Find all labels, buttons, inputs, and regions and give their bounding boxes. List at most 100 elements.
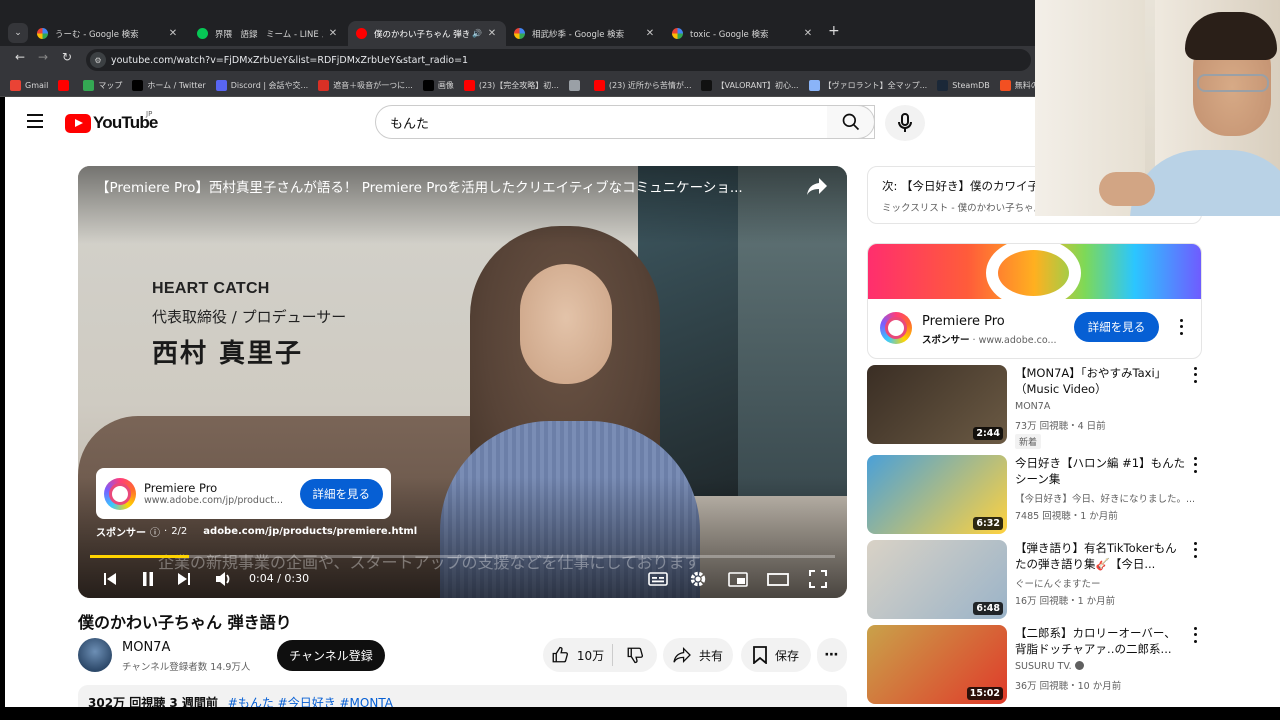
bookmark-item[interactable]: 遮音＋吸音が一つに... [318, 79, 413, 91]
video-thumbnail[interactable]: 15:02 [867, 625, 1007, 704]
volume-icon[interactable] [212, 567, 236, 591]
close-tab-icon[interactable]: ✕ [167, 28, 179, 39]
player-ad-card[interactable]: Premiere Pro www.adobe.com/jp/product...… [96, 468, 391, 519]
channel-name[interactable]: MON7A [122, 640, 170, 655]
video-thumbnail[interactable]: 6:48 [867, 540, 1007, 619]
bookmark-item[interactable]: 画像 [422, 79, 454, 91]
browser-tab[interactable]: toxic - Google 検索 ✕ [664, 21, 822, 46]
webcam-person-hand [1099, 172, 1155, 206]
player-controls: 0:04 / 0:30 [78, 564, 847, 594]
previous-icon[interactable] [98, 567, 122, 591]
premiere-pro-logo [880, 312, 912, 344]
bookmark-label: Gmail [25, 80, 49, 90]
bookmark-item[interactable] [58, 79, 73, 91]
sidebar-ad-sponsor-label: スポンサー [922, 335, 970, 346]
browser-tab[interactable]: うーむ - Google 検索 ✕ [29, 21, 187, 46]
bookmark-label: 【VALORANT】初心... [716, 80, 799, 90]
recommended-video[interactable]: 6:32 今日好き【ハロン編 #1】もんたシーン集 【今日好き】今日、好きになりまし… [867, 455, 1202, 535]
forward-icon[interactable]: → [33, 50, 53, 64]
audio-playing-icon[interactable]: 🔊 [472, 29, 482, 38]
close-tab-icon[interactable]: ✕ [802, 28, 814, 39]
recommended-channel: SUSURU TV. [1015, 661, 1205, 672]
recommended-video[interactable]: 15:02 【二郎系】カロリーオーバー、背脂ドッチャアァ‥の二郎系... SUSUR… [867, 625, 1202, 705]
channel-avatar[interactable] [78, 638, 112, 672]
address-bar[interactable]: ⚙ youtube.com/watch?v=FjDMxZrbUeY&list=R… [86, 49, 1031, 71]
dislike-button[interactable] [613, 646, 657, 664]
site-info-icon[interactable]: ⚙ [90, 52, 106, 68]
sidebar-ad-learn-more-button[interactable]: 詳細を見る [1074, 312, 1159, 342]
close-tab-icon[interactable]: ✕ [327, 28, 339, 39]
bookmarks-bar: Gmail マップ ホーム / Twitter Discord | 会話や交... 遮音… [0, 74, 1105, 97]
bookmark-item[interactable]: (23) 近所から苦情が... [593, 79, 692, 91]
settings-gear-icon[interactable] [686, 567, 710, 591]
subtitles-icon[interactable] [646, 567, 670, 591]
bookmark-label: ホーム / Twitter [147, 80, 206, 90]
like-button[interactable]: 10万 [543, 644, 613, 666]
bookmark-item[interactable]: ホーム / Twitter [132, 79, 206, 91]
bookmark-item[interactable]: Discord | 会話や交... [215, 79, 308, 91]
new-tab-button[interactable]: + [828, 23, 840, 39]
time-display: 0:04 / 0:30 [249, 572, 310, 585]
recommended-video-title[interactable]: 【二郎系】カロリーオーバー、背脂ドッチャアァ‥の二郎系... [1015, 625, 1187, 657]
video-thumbnail[interactable]: 2:44 [867, 365, 1007, 444]
search-input[interactable]: もんた ✕ [375, 105, 875, 139]
bookmark-label: (23) 近所から苦情が... [608, 80, 692, 90]
fullscreen-icon[interactable] [806, 567, 830, 591]
more-actions-button[interactable]: ⋯ [817, 638, 847, 672]
hashtags[interactable]: #もんた #今日好き #MONTA [228, 696, 393, 707]
video-player[interactable]: 【Premiere Pro】西村真里子さんが語る！ Premiere Proを活… [78, 166, 847, 598]
info-circle-icon[interactable]: ⓘ [150, 524, 160, 539]
video-thumbnail[interactable]: 6:32 [867, 455, 1007, 534]
next-icon[interactable] [172, 567, 196, 591]
more-vertical-icon[interactable] [1188, 625, 1202, 645]
globe-icon [568, 79, 580, 91]
tab-title: 相武紗季 - Google 検索 [532, 29, 625, 40]
close-tab-icon[interactable]: ✕ [644, 28, 656, 39]
share-arrow-icon[interactable] [806, 176, 828, 200]
more-vertical-icon[interactable] [1188, 455, 1202, 475]
new-badge: 新着 [1015, 434, 1042, 449]
bookmark-item[interactable]: マップ [83, 79, 122, 91]
recommended-video[interactable]: 6:48 【弾き語り】有名TikTokerもんたの弾き語り集🎸【今日... ぐーにん… [867, 540, 1202, 620]
pause-icon[interactable] [136, 567, 160, 591]
bookmark-item[interactable]: SteamDB [937, 79, 990, 91]
premiere-pro-logo [104, 477, 136, 510]
bookmark-item[interactable]: Gmail [10, 79, 49, 91]
more-vertical-icon[interactable] [1188, 365, 1202, 385]
bookmark-item[interactable]: (23)【完全攻略】初... [463, 79, 559, 91]
ad-video-title[interactable]: 【Premiere Pro】西村真里子さんが語る！ Premiere Proを活… [96, 176, 796, 196]
bookmark-item[interactable] [568, 79, 584, 91]
voice-search-button[interactable] [885, 105, 925, 141]
theater-mode-icon[interactable] [766, 567, 790, 591]
browser-tab[interactable]: 相武紗季 - Google 検索 ✕ [506, 21, 664, 46]
youtube-logo[interactable]: YouTube [65, 113, 158, 133]
tab-search-button[interactable]: ⌄ [8, 23, 28, 43]
recommended-video-title[interactable]: 【MON7A】「おやすみTaxi」（Music Video） [1015, 365, 1187, 397]
recommended-video-title[interactable]: 今日好き【ハロン編 #1】もんたシーン集 [1015, 455, 1187, 487]
sponsor-url-link[interactable]: adobe.com/jp/products/premiere.html [203, 526, 417, 537]
more-vertical-icon[interactable] [1174, 317, 1188, 337]
ad-learn-more-button[interactable]: 詳細を見る [299, 478, 383, 509]
back-icon[interactable]: ← [10, 50, 30, 64]
search-button[interactable] [827, 105, 875, 139]
like-count: 10万 [576, 648, 605, 663]
more-vertical-icon[interactable] [1188, 540, 1202, 560]
browser-tab[interactable]: 界隈 語録 ミーム - LINE スタンプ ✕ [189, 21, 347, 46]
ad-progress-bar[interactable] [90, 555, 835, 558]
close-tab-icon[interactable]: ✕ [486, 28, 498, 39]
browser-tab[interactable]: 僕のかわい子ちゃん 弾き語り🔊 ✕ [348, 21, 506, 46]
guide-menu-icon[interactable] [27, 114, 43, 132]
x-icon [422, 79, 434, 91]
bookmark-item[interactable]: 【VALORANT】初心... [701, 79, 799, 91]
recommended-video-title[interactable]: 【弾き語り】有名TikTokerもんたの弾き語り集🎸【今日... [1015, 540, 1187, 572]
sidebar-ad[interactable]: Premiere Pro スポンサー · www.adobe.co... 詳細を… [867, 243, 1202, 359]
recommended-meta: 7485 回視聴・1 か月前 [1015, 511, 1118, 522]
save-button[interactable]: 保存 [741, 638, 811, 672]
bookmark-item[interactable]: 【ヴァロラント】全マップ... [808, 79, 927, 91]
description-box[interactable]: 302万 回視聴 3 週間前 #もんた #今日好き #MONTA [78, 685, 847, 707]
reload-icon[interactable]: ↻ [57, 50, 77, 64]
subscribe-button[interactable]: チャンネル登録 [277, 640, 385, 671]
share-button[interactable]: 共有 [663, 638, 733, 672]
recommended-video[interactable]: 2:44 【MON7A】「おやすみTaxi」（Music Video） MON7A 7… [867, 365, 1202, 449]
miniplayer-icon[interactable] [726, 567, 750, 591]
